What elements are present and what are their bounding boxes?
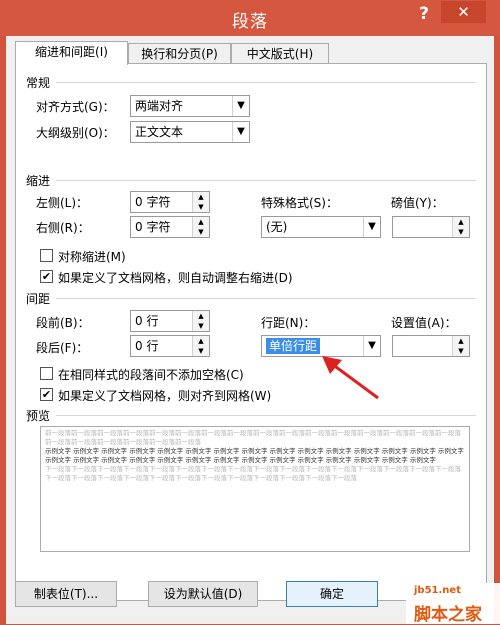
set-default-button[interactable]: 设为默认值(D) — [148, 581, 258, 607]
tabs-button[interactable]: 制表位(T)... — [15, 581, 117, 607]
spin-down-icon[interactable]: ▼ — [193, 346, 209, 356]
left-indent-label: 左侧(L)： — [36, 196, 89, 210]
spinner-buttons[interactable]: ▲ ▼ — [452, 217, 469, 237]
indent-amount-label: 磅值(Y)： — [391, 196, 444, 210]
auto-adjust-checkbox[interactable]: ✔ — [40, 270, 53, 283]
space-before-value: 0 行 — [135, 314, 159, 328]
spin-up-icon[interactable]: ▲ — [193, 336, 209, 346]
spacing-group-title: 间距 — [26, 292, 51, 306]
alignment-value: 两端对齐 — [135, 99, 184, 113]
spin-down-icon[interactable]: ▼ — [453, 346, 469, 356]
close-button[interactable]: ✕ — [441, 1, 486, 23]
spin-up-icon[interactable]: ▲ — [453, 336, 469, 346]
spin-down-icon[interactable]: ▼ — [193, 227, 209, 237]
tab-indent-spacing[interactable]: 缩进和间距(I) — [15, 41, 128, 65]
spin-up-icon[interactable]: ▲ — [193, 311, 209, 321]
alignment-label: 对齐方式(G)： — [36, 100, 115, 114]
left-indent-spinner[interactable]: 0 字符 ▲ ▼ — [130, 191, 210, 213]
outline-level-value: 正文文本 — [135, 125, 184, 139]
spinner-buttons[interactable]: ▲ ▼ — [192, 311, 209, 331]
ok-button[interactable]: 确定 — [286, 581, 378, 607]
chevron-down-icon[interactable]: ▼ — [363, 336, 380, 356]
spin-up-icon[interactable]: ▲ — [193, 217, 209, 227]
tab-panel: 常规 对齐方式(G)： 两端对齐 ▼ 大纲级别(O)： 正文文本 ▼ 缩进 左侧… — [15, 63, 487, 601]
dialog-body: 缩进和间距(I) 换行和分页(P) 中文版式(H) 常规 对齐方式(G)： 两端… — [6, 36, 494, 624]
spinner-buttons[interactable]: ▲ ▼ — [452, 336, 469, 356]
snap-to-grid-label: 如果定义了文档网格，则对齐到网格(W) — [58, 389, 272, 403]
no-space-same-style-label: 在相同样式的段落间不添加空格(C) — [58, 368, 244, 382]
indent-group-title: 缩进 — [26, 174, 51, 188]
mirror-indents-checkbox[interactable] — [40, 249, 53, 262]
preview-pane: 前一段落前一段落前一段落前一段落前一段落前一段落前一段落前一段落前一段落前一段落… — [40, 426, 470, 552]
spinner-buttons[interactable]: ▲ ▼ — [192, 217, 209, 237]
spacing-at-label: 设置值(A)： — [391, 316, 457, 330]
alignment-select[interactable]: 两端对齐 ▼ — [130, 95, 250, 117]
right-indent-label: 右侧(R)： — [36, 221, 90, 235]
title-bar: 段落 ? ✕ — [0, 0, 500, 36]
spin-up-icon[interactable]: ▲ — [193, 192, 209, 202]
tab-line-page-breaks[interactable]: 换行和分页(P) — [128, 43, 231, 65]
tab-asian-typography[interactable]: 中文版式(H) — [231, 43, 329, 65]
spin-down-icon[interactable]: ▼ — [193, 321, 209, 331]
line-spacing-label: 行距(N)： — [261, 316, 316, 330]
spin-up-icon[interactable]: ▲ — [453, 217, 469, 227]
special-indent-label: 特殊格式(S)： — [261, 196, 338, 210]
divider — [56, 82, 476, 83]
line-spacing-value: 单倍行距 — [266, 338, 321, 354]
spacing-at-spinner[interactable]: ▲ ▼ — [392, 335, 470, 357]
space-after-spinner[interactable]: 0 行 ▲ ▼ — [130, 335, 210, 357]
divider — [56, 180, 476, 181]
left-indent-value: 0 字符 — [135, 195, 171, 209]
snap-to-grid-checkbox[interactable]: ✔ — [40, 388, 53, 401]
general-group-title: 常规 — [26, 76, 51, 90]
preview-group-title: 预览 — [26, 409, 51, 423]
chevron-down-icon[interactable]: ▼ — [232, 122, 249, 142]
space-before-spinner[interactable]: 0 行 ▲ ▼ — [130, 310, 210, 332]
divider — [56, 298, 476, 299]
help-button[interactable]: ? — [412, 4, 436, 26]
divider — [56, 415, 476, 416]
annotation-arrow-icon — [322, 356, 379, 400]
spin-down-icon[interactable]: ▼ — [453, 227, 469, 237]
right-indent-value: 0 字符 — [135, 220, 171, 234]
outline-level-label: 大纲级别(O)： — [36, 126, 115, 140]
spinner-buttons[interactable]: ▲ ▼ — [192, 192, 209, 212]
preview-next-paragraph: 下一段落下一段落下一段落下一段落下一段落下一段落下一段落下一段落下一段落下一段落… — [45, 465, 461, 482]
chevron-down-icon[interactable]: ▼ — [363, 217, 380, 237]
indent-amount-spinner[interactable]: ▲ ▼ — [392, 216, 470, 238]
spinner-buttons[interactable]: ▲ ▼ — [192, 336, 209, 356]
special-indent-value: (无) — [266, 220, 288, 234]
outline-level-select[interactable]: 正文文本 ▼ — [130, 121, 250, 143]
preview-previous-paragraph: 前一段落前一段落前一段落前一段落前一段落前一段落前一段落前一段落前一段落前一段落… — [45, 429, 461, 446]
chevron-down-icon[interactable]: ▼ — [232, 96, 249, 116]
special-indent-select[interactable]: (无) ▼ — [261, 216, 381, 238]
watermark-site: jb51.net — [414, 585, 461, 596]
auto-adjust-label: 如果定义了文档网格，则自动调整右缩进(D) — [58, 271, 293, 285]
right-indent-spinner[interactable]: 0 字符 ▲ ▼ — [130, 216, 210, 238]
space-before-label: 段前(B)： — [36, 316, 90, 330]
space-after-label: 段后(F)： — [36, 341, 89, 355]
spin-down-icon[interactable]: ▼ — [193, 202, 209, 212]
space-after-value: 0 行 — [135, 339, 159, 353]
preview-sample-text: 示例文字 示例文字 示例文字 示例文字 示例文字 示例文字 示例文字 示例文字 … — [45, 447, 464, 464]
mirror-indents-label: 对称缩进(M) — [58, 250, 126, 264]
no-space-same-style-checkbox[interactable] — [40, 367, 53, 380]
watermark-home: 脚本之家 — [414, 605, 482, 625]
